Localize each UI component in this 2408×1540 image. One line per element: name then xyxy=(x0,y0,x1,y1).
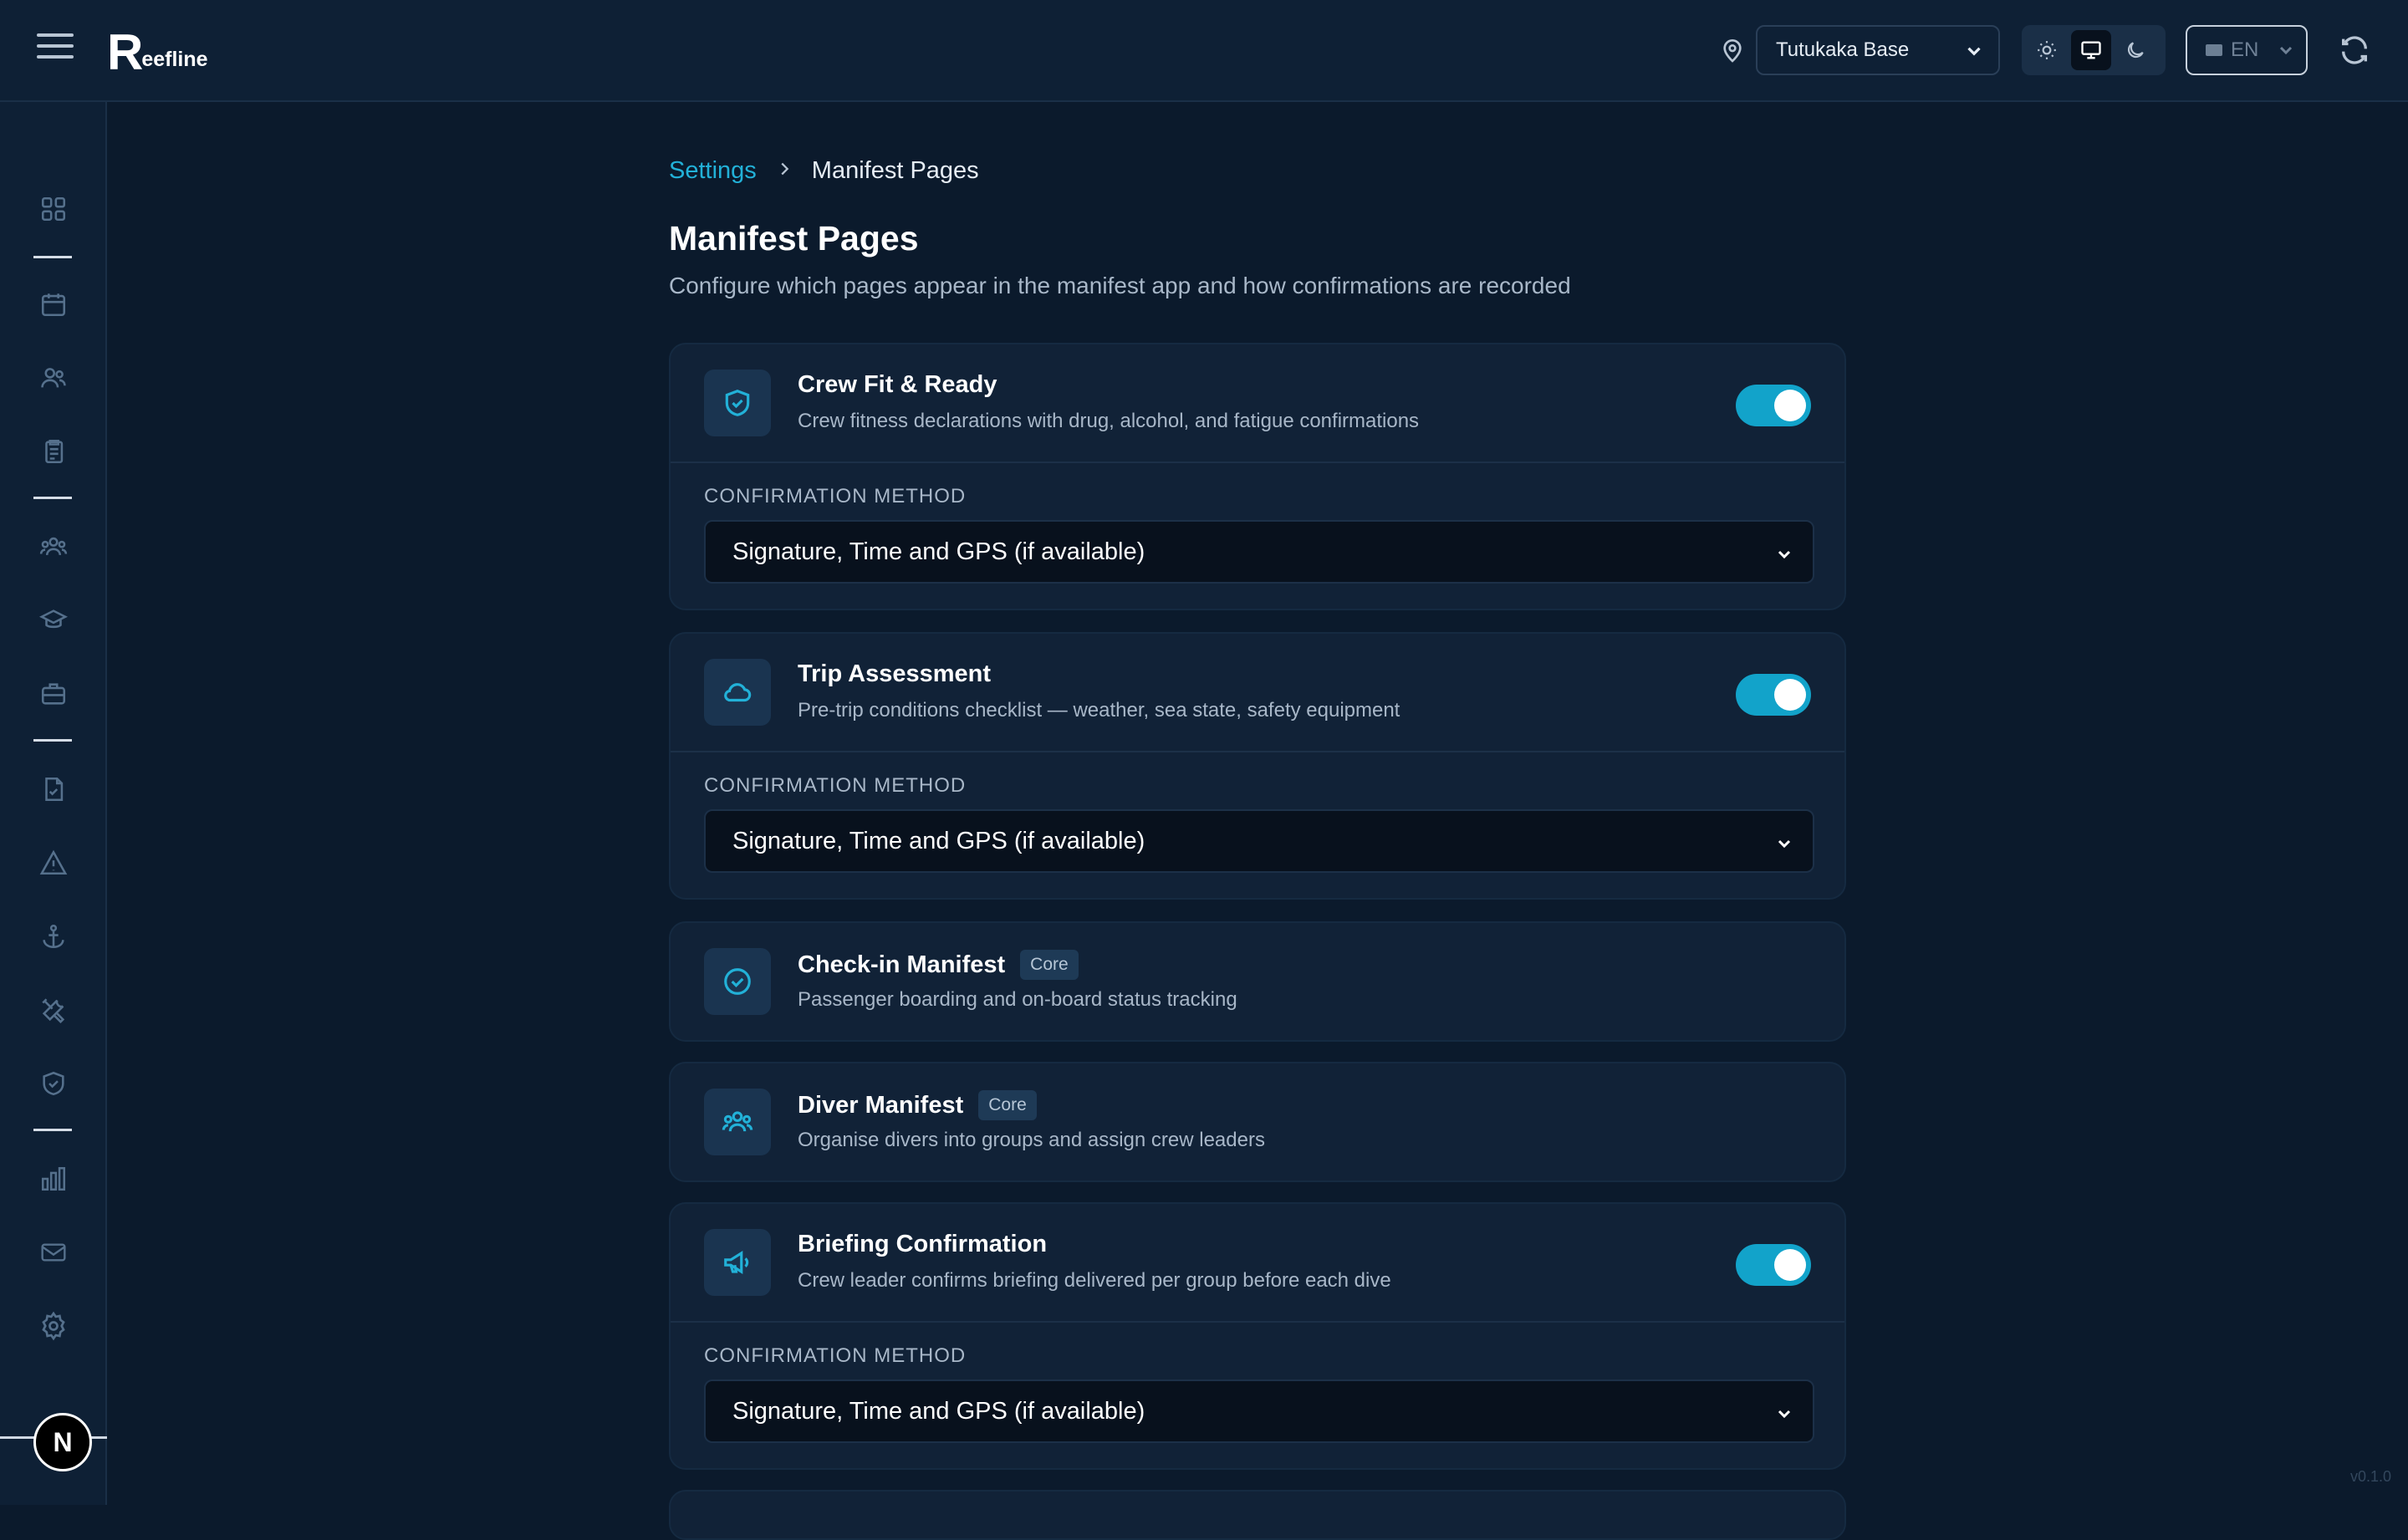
check-circle-icon xyxy=(704,948,771,1015)
page-subtitle: Configure which pages appear in the mani… xyxy=(669,273,1571,298)
version-label: v0.1.0 xyxy=(2349,1468,2391,1485)
dark-theme-button[interactable] xyxy=(2116,30,2155,70)
breadcrumb-current: Manifest Pages xyxy=(811,157,979,184)
graduation-cap-icon[interactable] xyxy=(35,602,72,639)
confirmation-method-label: CONFIRMATION METHOD xyxy=(704,485,967,507)
language-select[interactable]: EN xyxy=(2186,25,2308,75)
next-card xyxy=(669,1490,1846,1540)
hamburger-menu-icon[interactable] xyxy=(37,33,74,64)
card-description: Pre-trip conditions checklist — weather,… xyxy=(798,699,1400,722)
chevron-right-icon xyxy=(775,157,793,185)
sidebar-divider xyxy=(33,256,72,258)
sidebar xyxy=(0,102,107,1505)
logo-letter: R xyxy=(107,24,143,80)
tools-icon[interactable] xyxy=(35,992,72,1028)
card-description: Organise divers into groups and assign c… xyxy=(798,1129,1265,1151)
core-badge: Core xyxy=(978,1090,1037,1120)
crew-fit-toggle[interactable] xyxy=(1736,385,1811,426)
warning-icon[interactable] xyxy=(35,844,72,881)
clipboard-icon[interactable] xyxy=(35,433,72,470)
location-select-value: Tutukaka Base xyxy=(1776,38,1910,61)
shield-check-icon xyxy=(704,370,771,436)
chevron-down-icon xyxy=(1963,40,1985,68)
breadcrumb: Settings Manifest Pages xyxy=(669,157,979,185)
gear-icon[interactable] xyxy=(35,1308,72,1344)
diver-manifest-card: Diver Manifest Core Organise divers into… xyxy=(669,1062,1846,1182)
cloud-icon xyxy=(704,659,771,726)
briefing-confirmation-toggle[interactable] xyxy=(1736,1244,1811,1286)
theme-switcher xyxy=(2022,25,2166,75)
user-avatar[interactable]: N xyxy=(33,1413,92,1471)
top-bar: R eefline Tutukaka Base EN xyxy=(0,0,2408,102)
light-theme-button[interactable] xyxy=(2027,30,2066,70)
chevron-down-icon xyxy=(1774,1403,1794,1430)
card-title: Briefing Confirmation xyxy=(798,1231,1048,1257)
core-badge: Core xyxy=(1020,950,1079,980)
calendar-icon[interactable] xyxy=(35,286,72,323)
sidebar-divider xyxy=(33,497,72,499)
card-title: Diver Manifest xyxy=(798,1091,964,1119)
confirmation-method-value: Signature, Time and GPS (if available) xyxy=(732,538,1145,565)
card-title: Trip Assessment xyxy=(798,660,992,687)
card-title: Crew Fit & Ready xyxy=(798,371,997,398)
anchor-icon[interactable] xyxy=(35,918,72,955)
breadcrumb-settings-link[interactable]: Settings xyxy=(669,157,757,185)
system-theme-button[interactable] xyxy=(2071,30,2111,70)
confirmation-method-select[interactable]: Signature, Time and GPS (if available) xyxy=(704,520,1814,584)
chevron-down-icon xyxy=(1774,543,1794,571)
confirmation-method-select[interactable]: Signature, Time and GPS (if available) xyxy=(704,1379,1814,1443)
confirmation-method-value: Signature, Time and GPS (if available) xyxy=(732,827,1145,854)
group-icon[interactable] xyxy=(35,528,72,565)
location-pin-icon xyxy=(1719,37,1746,69)
card-title: Check-in Manifest xyxy=(798,951,1006,978)
chevron-down-icon xyxy=(2276,40,2296,66)
mail-icon[interactable] xyxy=(35,1234,72,1271)
file-check-icon[interactable] xyxy=(35,771,72,808)
flag-icon xyxy=(2206,44,2222,56)
card-description: Crew fitness declarations with drug, alc… xyxy=(798,410,1420,432)
confirmation-method-label: CONFIRMATION METHOD xyxy=(704,1344,967,1367)
shield-check-icon[interactable] xyxy=(35,1065,72,1102)
card-description: Passenger boarding and on-board status t… xyxy=(798,988,1237,1011)
trip-assessment-card: Trip Assessment Pre-trip conditions chec… xyxy=(669,632,1846,900)
confirmation-method-label: CONFIRMATION METHOD xyxy=(704,774,967,797)
logo-text: eefline xyxy=(141,48,208,71)
confirmation-method-select[interactable]: Signature, Time and GPS (if available) xyxy=(704,809,1814,873)
app-logo[interactable]: R eefline xyxy=(107,24,208,80)
confirmation-method-value: Signature, Time and GPS (if available) xyxy=(732,1397,1145,1425)
chevron-down-icon xyxy=(1774,833,1794,860)
sidebar-divider xyxy=(33,739,72,742)
location-select[interactable]: Tutukaka Base xyxy=(1756,25,2000,75)
briefing-confirmation-card: Briefing Confirmation Crew leader confir… xyxy=(669,1202,1846,1470)
refresh-icon[interactable] xyxy=(2338,33,2371,71)
bar-chart-icon[interactable] xyxy=(35,1160,72,1197)
card-description: Crew leader confirms briefing delivered … xyxy=(798,1269,1391,1292)
trip-assessment-toggle[interactable] xyxy=(1736,674,1811,716)
briefcase-icon[interactable] xyxy=(35,676,72,712)
sidebar-divider xyxy=(33,1129,72,1131)
language-select-value: EN xyxy=(2231,38,2259,61)
group-icon xyxy=(704,1089,771,1155)
dashboard-icon[interactable] xyxy=(35,191,72,227)
page-title: Manifest Pages xyxy=(669,219,919,258)
checkin-manifest-card: Check-in Manifest Core Passenger boardin… xyxy=(669,921,1846,1042)
megaphone-icon xyxy=(704,1229,771,1296)
users-icon[interactable] xyxy=(35,360,72,396)
crew-fit-card: Crew Fit & Ready Crew fitness declaratio… xyxy=(669,343,1846,610)
